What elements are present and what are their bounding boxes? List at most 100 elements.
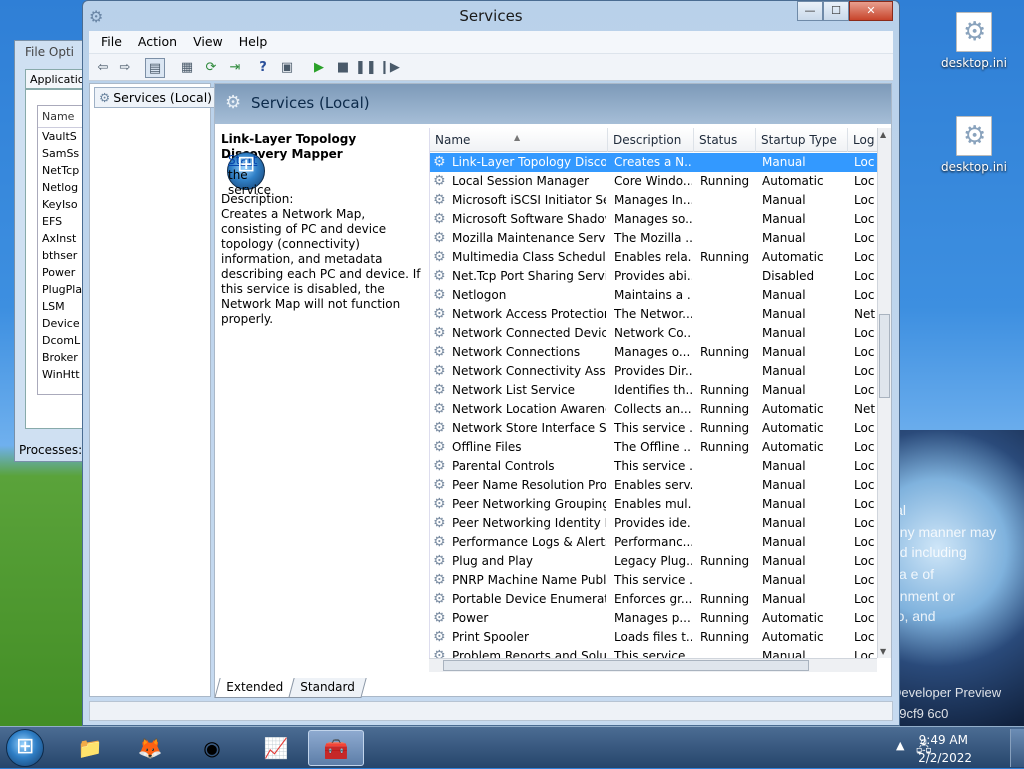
service-details: Link-Layer Topology Discovery Mapper Sta… <box>221 132 425 327</box>
export-icon[interactable]: ⇥ <box>225 58 245 78</box>
show-hidden-icons-icon[interactable]: ▲ <box>896 739 904 752</box>
table-row[interactable]: ⚙ Network Store Interface Ser... This serv… <box>430 419 877 438</box>
table-row[interactable]: ⚙ Network Access Protection ... The Networ… <box>430 305 877 324</box>
cell-status <box>700 647 754 658</box>
desktop-icon-desktop-ini[interactable]: desktop.ini <box>934 12 1014 70</box>
column-header-status[interactable]: Status <box>694 128 756 152</box>
service-rows: ⚙ Link-Layer Topology Discov... Creates a … <box>430 153 877 658</box>
vertical-scrollbar[interactable]: ▲ ▼ <box>877 128 891 658</box>
menu-file[interactable]: File <box>93 31 130 53</box>
tree-node-services-local[interactable]: ⚙ Services (Local) <box>94 87 218 108</box>
pause-icon[interactable]: ❚❚ <box>355 58 377 78</box>
table-row[interactable]: ⚙ Peer Networking Identity M... Provides i… <box>430 514 877 533</box>
menu-action[interactable]: Action <box>130 31 185 53</box>
table-row[interactable]: ⚙ Microsoft iSCSI Initiator Ser... Manages… <box>430 191 877 210</box>
cell-log: Loc <box>854 478 875 492</box>
show-hide-icon[interactable]: ▣ <box>277 58 297 78</box>
play-icon[interactable]: ▶ <box>309 58 329 78</box>
cell-name: Local Session Manager <box>452 174 590 188</box>
service-gear-icon: ⚙ <box>433 496 446 512</box>
table-row[interactable]: ⚙ Local Session Manager Core Windo... Runni… <box>430 172 877 191</box>
scrollbar-thumb[interactable] <box>879 314 890 398</box>
cell-desc: Network Co... <box>614 326 692 340</box>
cell-startup: Manual <box>762 383 806 397</box>
table-row[interactable]: ⚙ PNRP Machine Name Publi... This service … <box>430 571 877 590</box>
table-row[interactable]: ⚙ Parental Controls This service ... Manual… <box>430 457 877 476</box>
refresh-icon[interactable]: ⟳ <box>201 58 221 78</box>
wallpaper-text: gnment or <box>892 588 956 604</box>
cell-log: Loc <box>854 212 875 226</box>
start-orb-icon[interactable] <box>6 729 44 767</box>
maximize-button[interactable]: ☐ <box>823 1 849 21</box>
resume-icon[interactable]: ❙▶ <box>379 58 400 78</box>
properties-icon[interactable]: ▦ <box>177 58 197 78</box>
wallpaper-art: ial any manner may nd including ca e of … <box>880 430 1024 726</box>
table-row[interactable]: ⚙ Power Manages p... Running Automatic Loc <box>430 609 877 628</box>
table-row[interactable]: ⚙ Offline Files The Offline ... Running Auto… <box>430 438 877 457</box>
table-row[interactable]: ⚙ Network Connectivity Assis... Provides D… <box>430 362 877 381</box>
folder-icon[interactable]: 📁 <box>62 730 118 766</box>
cell-status: Running <box>700 345 750 359</box>
table-row[interactable]: ⚙ Microsoft Software Shadow... Manages so.… <box>430 210 877 229</box>
table-row[interactable]: ⚙ Print Spooler Loads files t... Running Aut… <box>430 628 877 647</box>
tab-extended[interactable]: Extended <box>214 678 295 698</box>
column-header-log-on-as[interactable]: Log <box>848 128 877 152</box>
table-row[interactable]: ⚙ Network List Service Identifies th... Run… <box>430 381 877 400</box>
menu-view[interactable]: View <box>185 31 231 53</box>
menu-help[interactable]: Help <box>231 31 276 53</box>
show-desktop-button[interactable] <box>1010 729 1024 767</box>
cell-log: Loc <box>854 364 875 378</box>
firefox-icon[interactable]: 🦊 <box>122 730 178 766</box>
services-list[interactable]: Name ▲ Description Status Startup Type Lo… <box>429 128 877 658</box>
desktop-icon-desktop-ini[interactable]: desktop.ini <box>934 116 1014 174</box>
console-tree-icon[interactable]: ▤ <box>145 58 165 78</box>
services-window[interactable]: ⚙ Services — ☐ ✕ File Action View Help ⇦… <box>82 0 900 726</box>
table-row[interactable]: ⚙ Netlogon Maintains a ... Manual Loc <box>430 286 877 305</box>
table-row[interactable]: ⚙ Problem Reports and Soluti... This servi… <box>430 647 877 658</box>
panel-header: ⚙ Services (Local) <box>215 84 891 124</box>
start-service-link[interactable]: Start <box>228 153 257 167</box>
column-header-name[interactable]: Name ▲ <box>430 128 608 152</box>
table-row[interactable]: ⚙ Network Connected Device... Network Co..… <box>430 324 877 343</box>
chrome-icon[interactable]: ◉ <box>184 730 240 766</box>
tab-standard[interactable]: Standard <box>288 678 367 698</box>
table-row[interactable]: ⚙ Performance Logs & Alerts Performanc... M… <box>430 533 877 552</box>
title-bar[interactable]: ⚙ Services — ☐ ✕ <box>83 1 899 31</box>
scroll-up-icon[interactable]: ▲ <box>880 130 886 139</box>
close-button[interactable]: ✕ <box>849 1 893 21</box>
table-row[interactable]: ⚙ Mozilla Maintenance Service The Mozilla … <box>430 229 877 248</box>
table-row[interactable]: ⚙ Network Connections Manages o... Running M… <box>430 343 877 362</box>
scroll-down-icon[interactable]: ▼ <box>880 647 886 656</box>
column-header-startup-type[interactable]: Startup Type <box>756 128 848 152</box>
table-row[interactable]: ⚙ Multimedia Class Scheduler Enables rela.… <box>430 248 877 267</box>
task-manager-menu[interactable]: File Opti <box>25 45 74 59</box>
table-row[interactable]: ⚙ Peer Name Resolution Prot... Enables ser… <box>430 476 877 495</box>
column-header-description[interactable]: Description <box>608 128 694 152</box>
cell-desc: Collects an... <box>614 402 692 416</box>
horizontal-scrollbar[interactable] <box>429 658 877 672</box>
table-row[interactable]: ⚙ Peer Networking Grouping Enables mul... M… <box>430 495 877 514</box>
table-row[interactable]: ⚙ Net.Tcp Port Sharing Service Provides ab… <box>430 267 877 286</box>
cell-startup: Manual <box>762 592 806 606</box>
toolbox-icon[interactable]: 🧰 <box>308 730 364 766</box>
help-icon[interactable]: ? <box>253 58 273 78</box>
table-row[interactable]: ⚙ Plug and Play Legacy Plug... Running Manua… <box>430 552 877 571</box>
cell-name: Microsoft iSCSI Initiator Ser... <box>452 193 606 207</box>
services-panel: ⚙ Services (Local) Link-Layer Topology D… <box>214 83 892 698</box>
back-arrow-icon[interactable]: ⇦ <box>93 58 113 78</box>
table-row[interactable]: ⚙ Link-Layer Topology Discov... Creates a … <box>430 153 877 172</box>
table-row[interactable]: ⚙ Network Location Awareness Collects an..… <box>430 400 877 419</box>
cell-name: Net.Tcp Port Sharing Service <box>452 269 606 283</box>
table-row[interactable]: ⚙ Portable Device Enumerator... Enforces g… <box>430 590 877 609</box>
stop-icon[interactable]: ■ <box>333 58 353 78</box>
task-manager-icon[interactable]: 📈 <box>248 730 304 766</box>
tree-node-label: Services (Local) <box>113 90 213 105</box>
clock-time[interactable]: 9:49 AM <box>919 733 968 747</box>
minimize-button[interactable]: — <box>797 1 823 21</box>
cell-desc: The Networ... <box>614 307 692 321</box>
scrollbar-thumb[interactable] <box>443 660 809 671</box>
clock-date[interactable]: 2/2/2022 <box>918 751 972 765</box>
cell-desc: Manages In... <box>614 193 692 207</box>
cell-log: Loc <box>854 155 875 169</box>
forward-arrow-icon[interactable]: ⇨ <box>115 58 135 78</box>
